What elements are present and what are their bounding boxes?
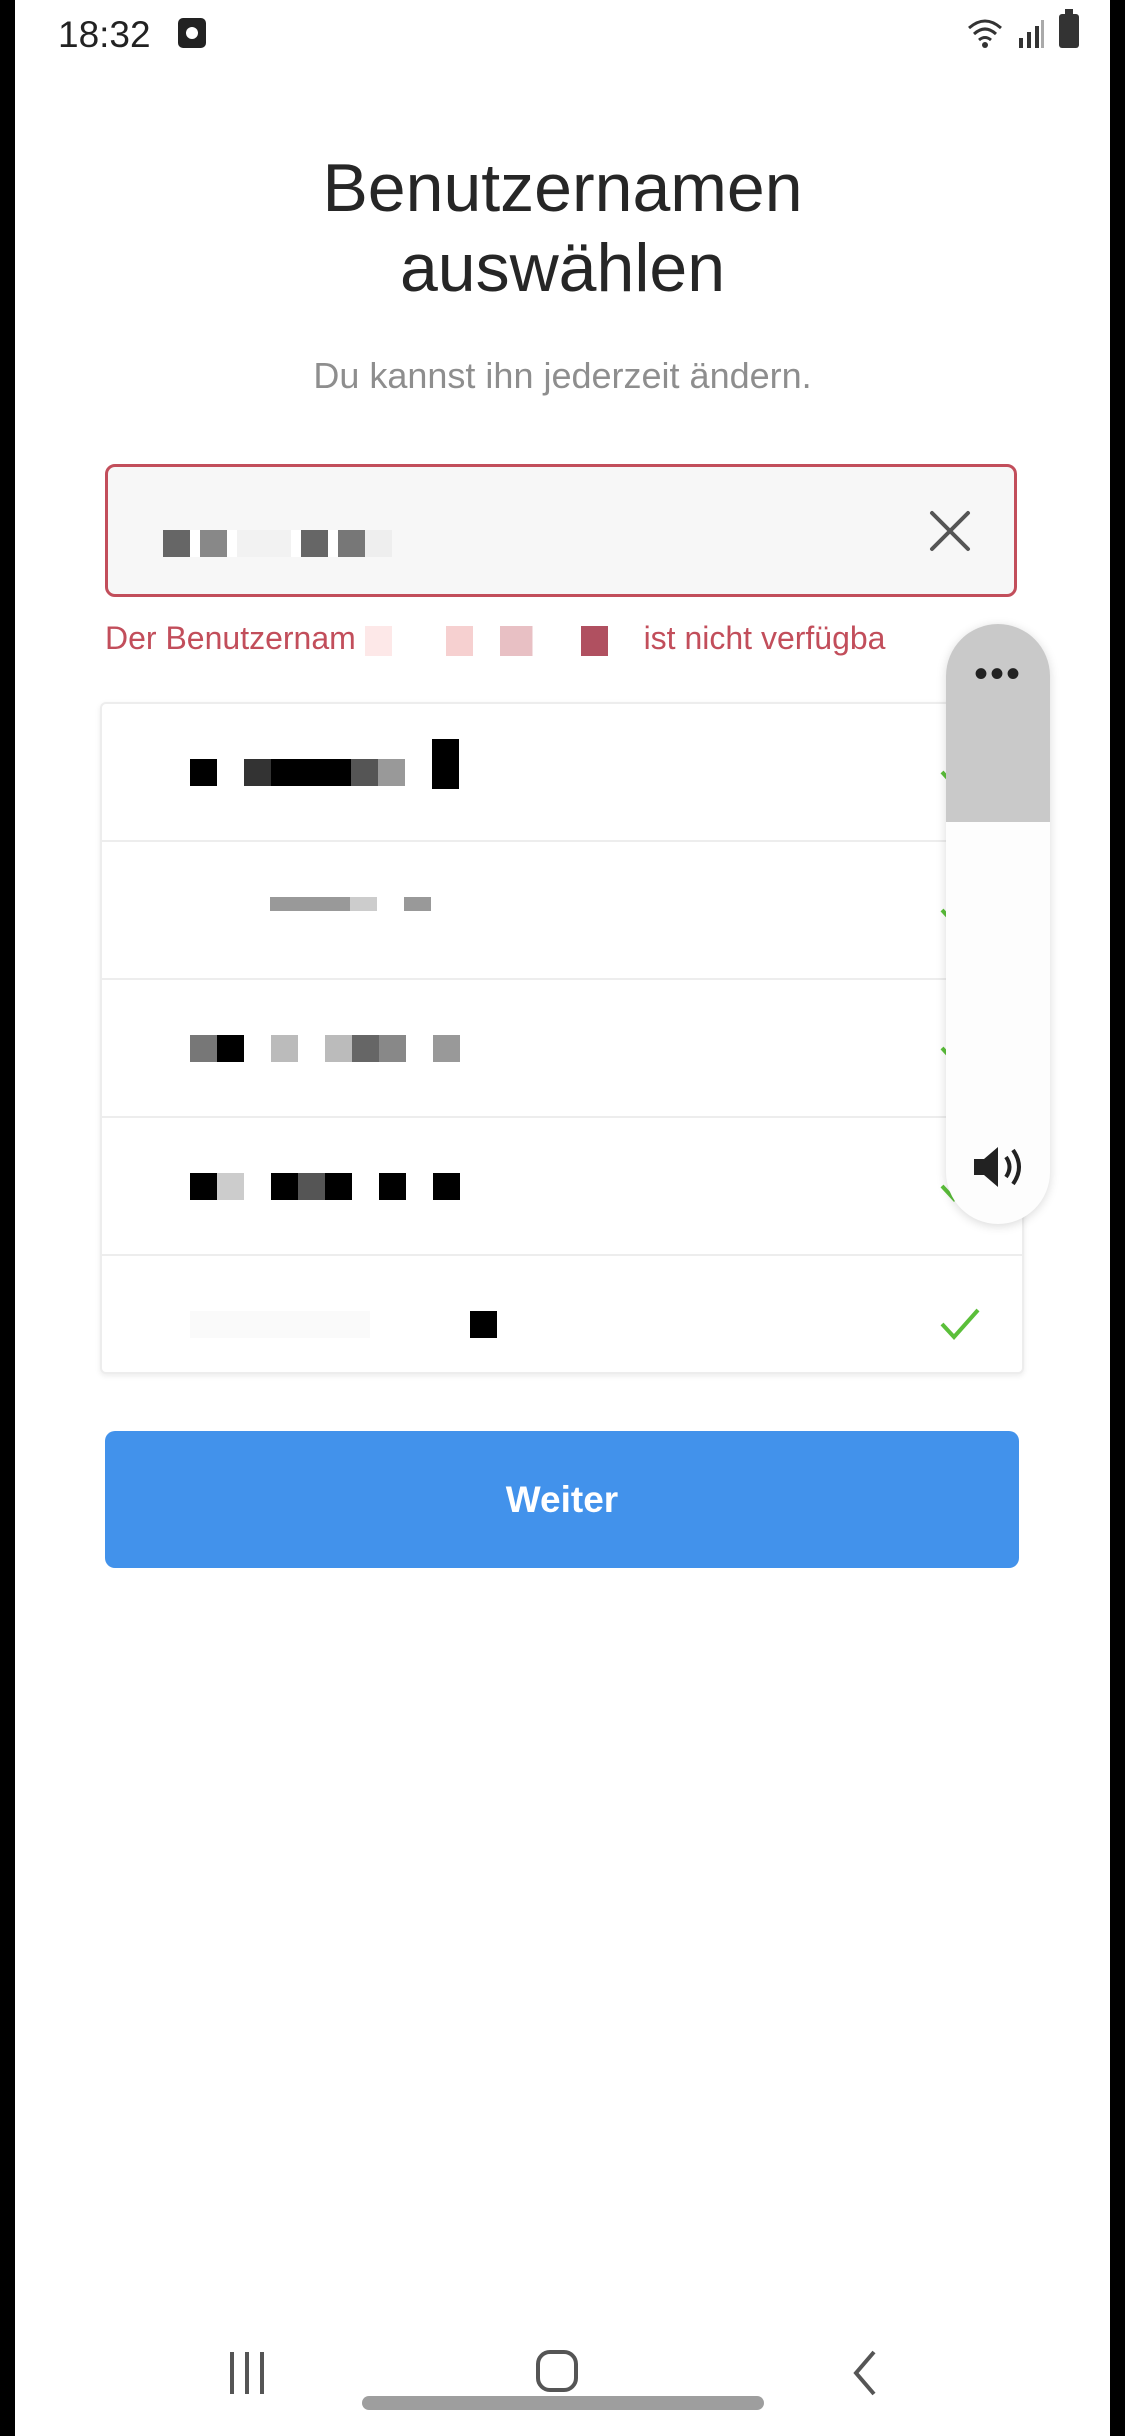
system-navigation-bar	[0, 2330, 1125, 2436]
signal-icon	[1019, 20, 1044, 48]
error-redacted-username	[364, 625, 635, 656]
notification-app-icon	[178, 18, 206, 48]
page-title-line1: Benutzernamen	[322, 150, 803, 226]
suggestion-redacted-label	[190, 1035, 460, 1065]
back-icon[interactable]	[848, 2348, 882, 2398]
speaker-icon[interactable]	[970, 1144, 1026, 1190]
next-button[interactable]: Weiter	[105, 1431, 1019, 1568]
suggestion-item[interactable]	[102, 704, 1022, 842]
error-suffix: ist nicht verfügba	[643, 620, 886, 656]
suggestion-item[interactable]	[102, 980, 1022, 1118]
suggestion-redacted-label	[190, 1311, 497, 1341]
status-time: 18:32	[58, 14, 151, 55]
status-icons	[967, 9, 1079, 48]
username-redacted-value	[163, 530, 392, 557]
username-error-message: Der Benutzernam ist nicht verfügba	[105, 620, 885, 657]
recent-apps-icon[interactable]	[230, 2352, 274, 2394]
suggestion-item[interactable]	[102, 842, 1022, 980]
wifi-icon	[968, 19, 1002, 48]
suggestion-redacted-label	[190, 739, 459, 789]
clear-input-icon[interactable]	[926, 507, 974, 555]
home-icon[interactable]	[536, 2350, 578, 2392]
more-options-icon[interactable]: •••	[946, 654, 1050, 694]
suggestion-item[interactable]	[102, 1118, 1022, 1256]
page-title-line2: auswählen	[399, 230, 726, 306]
error-prefix: Der Benutzernam	[105, 620, 356, 656]
checkmark-icon	[940, 1308, 980, 1340]
suggestion-item[interactable]	[102, 1256, 1022, 1372]
suggestion-redacted-label	[190, 897, 431, 927]
suggestion-redacted-label	[190, 1173, 460, 1203]
gesture-handle[interactable]	[362, 2396, 764, 2410]
battery-icon	[1059, 9, 1079, 48]
volume-panel[interactable]: •••	[946, 624, 1050, 1224]
username-input[interactable]	[105, 464, 1017, 597]
username-suggestions-list	[100, 702, 1024, 1374]
page-title: Benutzernamen auswählen	[0, 148, 1125, 308]
page-subtitle: Du kannst ihn jederzeit ändern.	[313, 355, 812, 396]
